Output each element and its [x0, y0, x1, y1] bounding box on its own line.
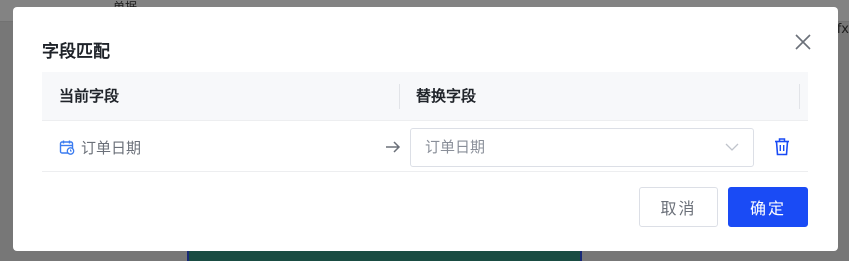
cancel-button[interactable]: 取消	[639, 187, 718, 227]
dialog-title: 字段匹配	[42, 42, 110, 62]
replace-field-value: 订单日期	[425, 138, 486, 156]
close-button[interactable]	[793, 32, 813, 52]
confirm-button[interactable]: 确定	[728, 187, 808, 227]
delete-row-button[interactable]	[773, 137, 791, 157]
field-match-dialog: 字段匹配 当前字段 替换字段 订单日期 订单日期 取消 确定	[13, 7, 838, 251]
column-divider	[399, 84, 400, 109]
table-header: 当前字段 替换字段	[42, 72, 808, 121]
current-field-cell: 订单日期	[59, 122, 141, 172]
current-field-name: 订单日期	[81, 138, 142, 157]
table-row: 订单日期 订单日期	[42, 122, 808, 172]
chevron-down-icon	[725, 143, 739, 151]
field-match-table: 当前字段 替换字段 订单日期 订单日期	[42, 72, 808, 172]
arrow-right-icon	[386, 141, 401, 153]
replace-field-select[interactable]: 订单日期	[410, 128, 754, 167]
column-header-current-field: 当前字段	[59, 87, 120, 105]
close-icon	[795, 34, 811, 50]
column-header-replace-field: 替换字段	[416, 87, 477, 105]
calendar-icon	[59, 140, 75, 155]
column-divider	[799, 84, 800, 109]
trash-icon	[775, 138, 789, 156]
